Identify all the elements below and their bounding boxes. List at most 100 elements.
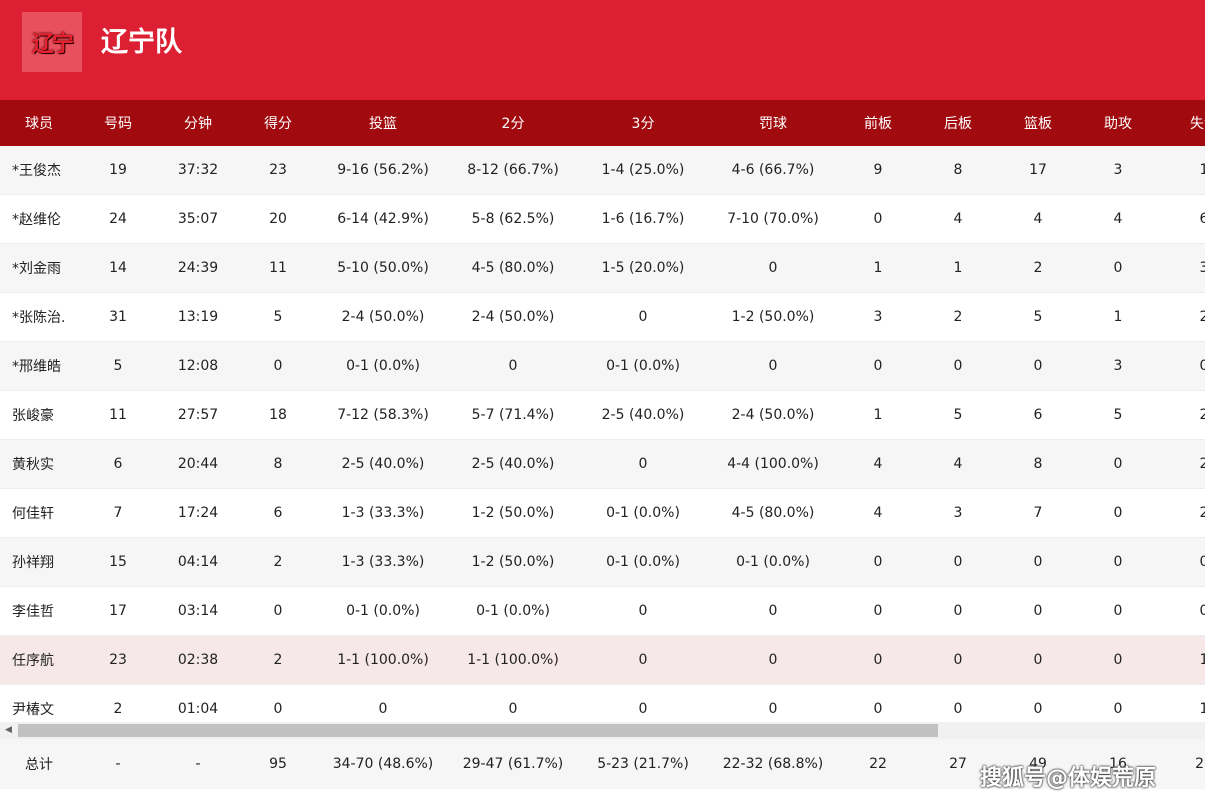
stat-cell: 4 (918, 194, 998, 244)
totals-cell: 34-70 (48.6%) (318, 739, 448, 789)
stat-cell: 0 (918, 684, 998, 722)
table-row: 任序航 23 02:38 2 1-1 (100.0%) 1-1 (100.0%) 0 0 0 0 0… (0, 635, 1205, 685)
stat-cell: 0 (318, 684, 448, 722)
table-row: *王俊杰 19 37:32 23 9-16 (56.2%) 8-12 (66.7%) 1-4… (0, 146, 1205, 195)
stat-cell: 1-1 (100.0%) (448, 635, 578, 685)
column-header: 2分 (448, 100, 578, 146)
scrollbar-thumb[interactable] (18, 724, 938, 737)
stat-cell: 17 (78, 586, 158, 636)
stat-cell: 2-4 (50.0%) (448, 292, 578, 342)
stat-cell: 1-2 (50.0%) (448, 488, 578, 538)
totals-cell: 20 (1158, 739, 1205, 789)
stat-cell: 2 (1158, 292, 1205, 342)
table-row: *张陈治. 31 13:19 5 2-4 (50.0%) 2-4 (50.0%) 0 1-2 … (0, 292, 1205, 342)
player-name-cell: 孙祥翔 (0, 537, 78, 587)
stat-cell: 4-4 (100.0%) (708, 439, 838, 489)
table-row: *赵维伦 24 35:07 20 6-14 (42.9%) 5-8 (62.5%) 1-6 … (0, 194, 1205, 244)
stat-cell: 0 (1078, 243, 1158, 293)
stat-cell: 9-16 (56.2%) (318, 146, 448, 195)
stat-cell: 0 (998, 341, 1078, 391)
stat-cell: 0 (708, 243, 838, 293)
stats-table: 球员号码分钟得分投篮2分3分罚球前板后板篮板助攻失误 *王俊杰1937:3223… (0, 100, 1205, 722)
player-name-cell: 何佳轩 (0, 488, 78, 538)
table-row: 尹椿文201:040000000001 (0, 684, 1205, 722)
stat-cell: 1 (1078, 292, 1158, 342)
column-header: 3分 (578, 100, 708, 146)
stat-cell: 9 (838, 146, 918, 195)
stat-cell: 3 (838, 292, 918, 342)
stat-cell: 3 (918, 488, 998, 538)
stat-cell: 8 (918, 146, 998, 195)
stat-cell: 6 (1158, 194, 1205, 244)
team-header: 辽宁 辽宁队 (0, 0, 1205, 100)
stat-cell: 0 (708, 684, 838, 722)
watermark: 搜狐号@体娱荒原 (980, 766, 1157, 791)
stat-cell: 23 (78, 635, 158, 685)
stat-cell: 1-3 (33.3%) (318, 488, 448, 538)
stat-cell: 0-1 (0.0%) (708, 537, 838, 587)
player-name-cell: *刘金雨 (0, 243, 78, 293)
stat-cell: 2 (238, 635, 318, 685)
player-name-cell: 黄秋实 (0, 439, 78, 489)
totals-cell: 95 (238, 739, 318, 789)
horizontal-scrollbar[interactable]: ◀ (0, 722, 1205, 739)
stat-cell: 02:38 (158, 635, 238, 685)
stat-cell: 0-1 (0.0%) (578, 341, 708, 391)
stat-cell: 0 (998, 537, 1078, 587)
stat-cell: 0 (1078, 684, 1158, 722)
stat-cell: 0 (918, 635, 998, 685)
stat-cell: 7-10 (70.0%) (708, 194, 838, 244)
stat-cell: 18 (238, 390, 318, 440)
stat-cell: 0 (838, 341, 918, 391)
table-row: 孙祥翔 15 04:14 2 1-3 (33.3%) 1-2 (50.0%) 0-1 (0.… (0, 537, 1205, 587)
stat-cell: 1 (1158, 684, 1205, 722)
stats-table-container[interactable]: 球员号码分钟得分投篮2分3分罚球前板后板篮板助攻失误 *王俊杰1937:3223… (0, 100, 1205, 722)
stat-cell: 04:14 (158, 537, 238, 587)
column-header: 分钟 (158, 100, 238, 146)
stat-cell: 7 (78, 488, 158, 538)
stat-cell: 2-5 (40.0%) (448, 439, 578, 489)
stat-cell: 0 (838, 684, 918, 722)
player-name-cell: *王俊杰 (0, 146, 78, 195)
stat-cell: 5-8 (62.5%) (448, 194, 578, 244)
stat-cell: 0 (238, 684, 318, 722)
stat-cell: 17:24 (158, 488, 238, 538)
stat-cell: 0-1 (0.0%) (578, 537, 708, 587)
stat-cell: 0 (838, 586, 918, 636)
stat-cell: 24 (78, 194, 158, 244)
stat-cell: 0 (448, 684, 578, 722)
stat-cell: 0 (1158, 341, 1205, 391)
stat-cell: 1 (918, 243, 998, 293)
stat-cell: 0 (238, 586, 318, 636)
stat-cell: 3 (1158, 243, 1205, 293)
column-header: 球员 (0, 100, 78, 146)
stat-cell: 0 (238, 341, 318, 391)
stat-cell: 0 (708, 341, 838, 391)
table-row: *刘金雨 14 24:39 11 5-10 (50.0%) 4-5 (80.0%) 1-5 … (0, 243, 1205, 293)
stat-cell: 20:44 (158, 439, 238, 489)
scroll-left-arrow-icon[interactable]: ◀ (0, 722, 17, 739)
stat-cell: 0 (998, 635, 1078, 685)
stat-cell: 2 (918, 292, 998, 342)
stat-cell: 7 (998, 488, 1078, 538)
stat-cell: 8-12 (66.7%) (448, 146, 578, 195)
stat-cell: 0 (578, 635, 708, 685)
stat-cell: 1 (1158, 146, 1205, 195)
stat-cell: 0 (448, 341, 578, 391)
stat-cell: 8 (998, 439, 1078, 489)
totals-cell: 22 (838, 739, 918, 789)
player-name-cell: 尹椿文 (0, 684, 78, 722)
table-row: 张峻豪 11 27:57 18 7-12 (58.3%) 5-7 (71.4%) 2-5 (… (0, 390, 1205, 440)
column-header: 篮板 (998, 100, 1078, 146)
totals-cell: - (78, 739, 158, 789)
stat-cell: 5 (238, 292, 318, 342)
table-row: 黄秋实 6 20:44 8 2-5 (40.0%) 2-5 (40.0%) 0 4-4 (10… (0, 439, 1205, 489)
stat-cell: 2-4 (50.0%) (318, 292, 448, 342)
stat-cell: 0 (578, 586, 708, 636)
stat-cell: 2-5 (40.0%) (578, 390, 708, 440)
stat-cell: 1-5 (20.0%) (578, 243, 708, 293)
stat-cell: 3 (1078, 146, 1158, 195)
stat-cell: 19 (78, 146, 158, 195)
column-header: 后板 (918, 100, 998, 146)
stat-cell: 11 (238, 243, 318, 293)
